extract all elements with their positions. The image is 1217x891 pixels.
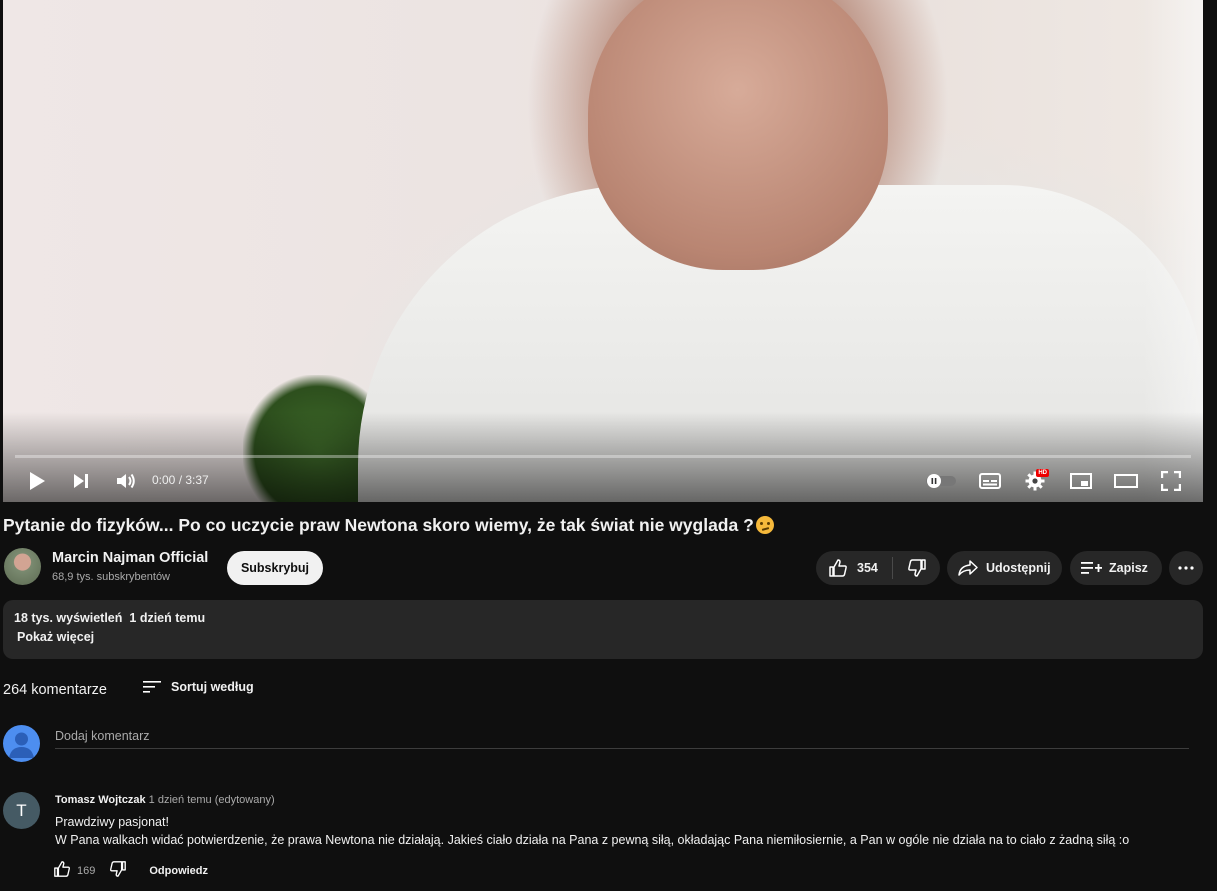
sort-label: Sortuj według: [171, 680, 254, 694]
fullscreen-button[interactable]: [1156, 467, 1186, 495]
dislike-button[interactable]: [893, 551, 940, 585]
like-count: 354: [857, 561, 878, 575]
thumbs-down-icon: [907, 559, 926, 577]
comment-time[interactable]: 1 dzień temu (edytowany): [149, 794, 275, 806]
sort-icon: [143, 681, 161, 693]
subscribe-button[interactable]: Subskrybuj: [227, 551, 323, 585]
thumbs-down-icon: [110, 861, 127, 877]
video-frame-person-head: [588, 0, 888, 270]
show-more-button[interactable]: Pokaż więcej: [17, 630, 94, 644]
video-title: Pytanie do fizyków... Po co uczycie praw…: [3, 515, 774, 536]
upload-date: 1 dzień temu: [129, 611, 206, 625]
comment-actions: 169 Odpowiedz: [53, 860, 208, 881]
comment-avatar[interactable]: T: [3, 792, 40, 829]
description-box[interactable]: 18 tys. wyświetleń 1 dzień temu Pokaż wię…: [3, 600, 1203, 659]
comment-like-count: 169: [77, 864, 96, 877]
more-horizontal-icon: [1178, 566, 1194, 570]
play-button[interactable]: [23, 467, 51, 495]
playlist-add-icon: [1081, 562, 1102, 574]
volume-icon: [117, 473, 135, 489]
channel-name[interactable]: Marcin Najman Official: [52, 550, 208, 566]
add-comment-input[interactable]: [55, 724, 1189, 749]
view-count: 18 tys. wyświetleń: [14, 611, 123, 625]
video-title-text: Pytanie do fizyków... Po co uczycie praw…: [3, 515, 754, 535]
theater-icon: [1114, 474, 1138, 488]
settings-button[interactable]: HD: [1020, 467, 1050, 495]
fullscreen-icon: [1161, 471, 1181, 491]
sort-button[interactable]: Sortuj według: [143, 680, 254, 694]
save-button[interactable]: Zapisz: [1070, 551, 1162, 585]
hd-badge: HD: [1036, 469, 1049, 477]
miniplayer-button[interactable]: [1066, 467, 1096, 495]
progress-bar[interactable]: [15, 455, 1191, 458]
comment-dislike-button[interactable]: [109, 860, 127, 881]
more-actions-button[interactable]: [1169, 551, 1203, 585]
like-button[interactable]: 354: [816, 551, 892, 585]
thumbs-up-icon: [829, 559, 847, 577]
volume-button[interactable]: [112, 467, 140, 495]
user-avatar: [3, 725, 40, 762]
subtitles-button[interactable]: [975, 467, 1005, 495]
share-button[interactable]: Udostępnij: [947, 551, 1062, 585]
skip-next-icon: [74, 474, 88, 488]
comment-like-button[interactable]: [53, 860, 71, 881]
thinking-face-icon: [755, 516, 774, 534]
autoplay-toggle[interactable]: [923, 467, 959, 495]
theater-mode-button[interactable]: [1111, 467, 1141, 495]
miniplayer-icon: [1070, 473, 1092, 489]
user-icon: [9, 732, 34, 758]
save-label: Zapisz: [1109, 561, 1148, 575]
description-meta: 18 tys. wyświetleń 1 dzień temu: [14, 611, 205, 625]
play-icon: [30, 472, 45, 490]
reply-button[interactable]: Odpowiedz: [149, 865, 208, 877]
subtitles-icon: [979, 473, 1001, 489]
thumbs-up-icon: [54, 861, 70, 877]
next-button[interactable]: [67, 467, 95, 495]
subscriber-count: 68,9 tys. subskrybentów: [52, 571, 171, 583]
comment-count: 264 komentarze: [3, 682, 107, 698]
autoplay-toggle-icon: [926, 474, 956, 488]
time-display: 0:00 / 3:37: [152, 473, 209, 487]
comment-author[interactable]: Tomasz Wojtczak: [55, 794, 146, 806]
share-icon: [958, 560, 978, 576]
comment-text-line-2: W Pana walkach widać potwierdzenie, że p…: [55, 833, 1130, 847]
video-player[interactable]: 0:00 / 3:37 HD: [3, 0, 1203, 502]
comment-header: Tomasz Wojtczak 1 dzień temu (edytowany): [55, 794, 275, 806]
comment-text-line-1: Prawdziwy pasjonat!: [55, 815, 169, 829]
like-dislike-group: 354: [816, 551, 940, 585]
channel-avatar[interactable]: [4, 548, 41, 585]
share-label: Udostępnij: [986, 561, 1051, 575]
